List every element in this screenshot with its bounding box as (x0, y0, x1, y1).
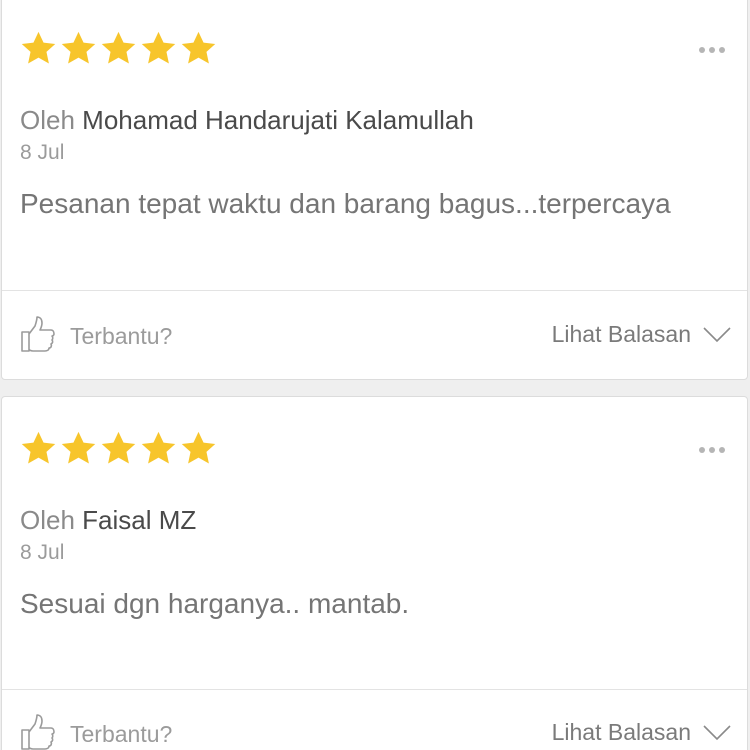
star-icon (179, 429, 218, 468)
divider (2, 689, 747, 690)
byline-prefix: Oleh (20, 505, 75, 535)
star-rating (19, 29, 218, 68)
review-text: Sesuai dgn harganya.. mantab. (20, 588, 410, 619)
byline-prefix: Oleh (20, 105, 75, 135)
star-icon (139, 429, 178, 468)
star-icon (19, 429, 58, 468)
review-card: Oleh Mohamad Handarujati Kalamullah 8 Ju… (1, 0, 748, 380)
helpful-button[interactable]: Terbantu? (20, 315, 172, 358)
reviewer-byline: Oleh Mohamad Handarujati Kalamullah (20, 105, 474, 136)
review-text: Pesanan tepat waktu dan barang bagus...t… (20, 188, 671, 219)
chevron-down-icon (703, 724, 731, 741)
divider (2, 290, 747, 291)
star-icon (19, 29, 58, 68)
view-replies-label: Lihat Balasan (551, 321, 691, 347)
reviewer-byline: Oleh Faisal MZ (20, 505, 196, 536)
chevron-down-icon (703, 326, 731, 343)
review-feed: Oleh Mohamad Handarujati Kalamullah 8 Ju… (0, 0, 750, 750)
star-icon (59, 29, 98, 68)
helpful-label: Terbantu? (70, 323, 173, 349)
helpful-button[interactable]: Terbantu? (20, 713, 172, 750)
star-icon (179, 29, 218, 68)
thumbs-up-icon (20, 713, 56, 750)
review-card: Oleh Faisal MZ 8 Jul Sesuai dgn harganya… (1, 396, 748, 750)
review-date: 8 Jul (20, 541, 65, 564)
thumbs-up-icon (20, 315, 56, 358)
reviewer-name[interactable]: Faisal MZ (82, 505, 196, 535)
star-icon (139, 29, 178, 68)
view-replies-label: Lihat Balasan (551, 719, 691, 745)
helpful-label: Terbantu? (70, 721, 173, 747)
view-replies-button[interactable]: Lihat Balasan (552, 719, 731, 746)
star-icon (99, 29, 138, 68)
star-rating (19, 429, 218, 468)
more-options-icon[interactable] (699, 47, 725, 53)
star-icon (59, 429, 98, 468)
reviewer-name[interactable]: Mohamad Handarujati Kalamullah (82, 105, 474, 135)
view-replies-button[interactable]: Lihat Balasan (552, 321, 731, 348)
star-icon (99, 429, 138, 468)
more-options-icon[interactable] (699, 447, 725, 453)
review-date: 8 Jul (20, 141, 65, 164)
